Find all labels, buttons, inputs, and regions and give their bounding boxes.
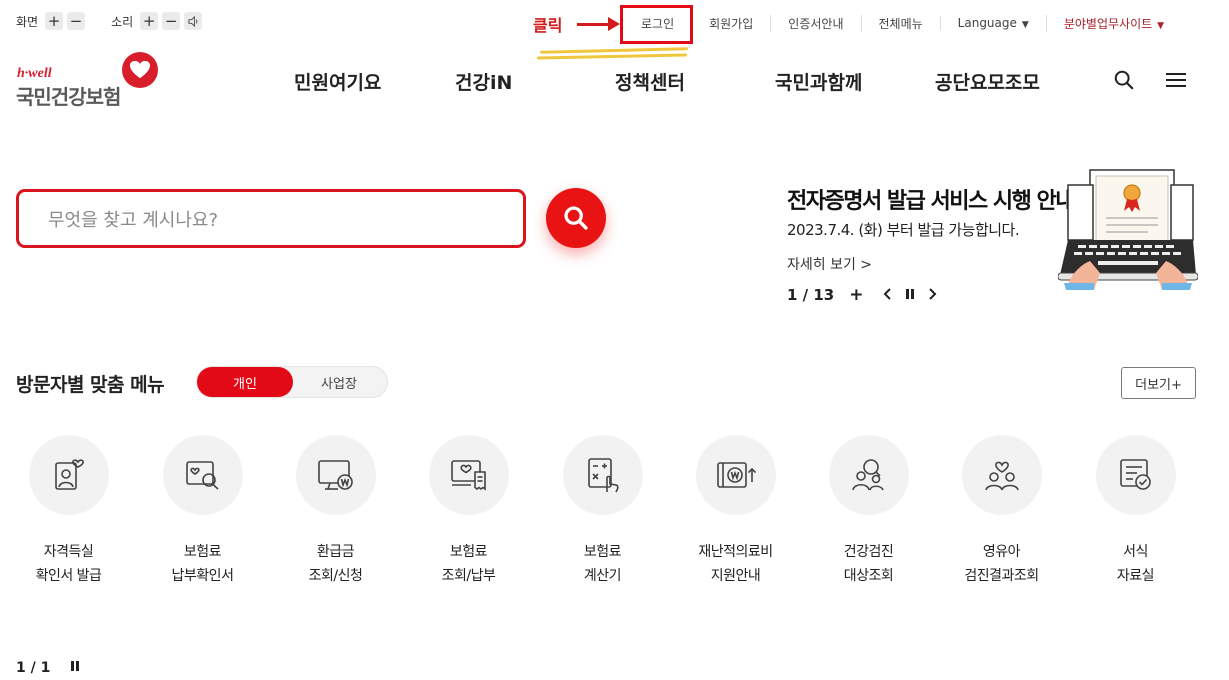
quick-menu-label: 환급금 조회/신청 bbox=[308, 544, 363, 584]
pager-pause-button[interactable] bbox=[70, 660, 80, 676]
utility-nav: 로그인 회원가입 인증서안내 전체메뉴 Language ▼ 분야별업무사이트 ▼ bbox=[620, 14, 1199, 32]
monitor-won-icon bbox=[317, 460, 353, 490]
screen-zoom-in-button[interactable]: + bbox=[45, 12, 64, 30]
calculator-icon bbox=[587, 458, 619, 493]
visitor-type-toggle: 사업장 개인 bbox=[196, 366, 388, 398]
form-check-icon bbox=[1119, 459, 1151, 490]
nav-item-with-people[interactable]: 국민과함께 bbox=[775, 68, 862, 95]
banner-prev-button[interactable] bbox=[883, 285, 893, 305]
quick-menu-icon-circle bbox=[1095, 435, 1176, 515]
quick-menu-icon-circle bbox=[28, 435, 109, 515]
quick-menu-item[interactable]: 건강검진 대상조회 bbox=[802, 435, 935, 588]
quick-menu-label: 보험료 납부확인서 bbox=[171, 544, 234, 584]
document-search-icon bbox=[185, 461, 219, 490]
more-button[interactable]: 더보기+ bbox=[1121, 367, 1196, 399]
banner-detail-link[interactable]: 자세히 보기 > bbox=[787, 254, 872, 274]
quick-menu-label: 영유아 검진결과조회 bbox=[964, 544, 1039, 584]
quick-menu-item[interactable]: 보험료 조회/납부 bbox=[402, 435, 535, 588]
chevron-right-icon bbox=[929, 288, 937, 300]
hamburger-menu-button[interactable] bbox=[1161, 65, 1191, 95]
click-annotation-label: 클릭 bbox=[533, 16, 563, 35]
quick-menu-item[interactable]: 서식 자료실 bbox=[1069, 435, 1202, 588]
login-highlight-box bbox=[620, 5, 693, 44]
people-search-icon bbox=[851, 459, 884, 491]
search-button[interactable] bbox=[546, 188, 606, 248]
banner-counter: 1 / 13 bbox=[787, 286, 835, 304]
field-sites-label: 분야별업무사이트 bbox=[1063, 16, 1153, 31]
quick-menu-item[interactable]: 보험료 납부확인서 bbox=[136, 435, 269, 588]
nav-item-civil[interactable]: 민원여기요 bbox=[294, 68, 381, 95]
hamburger-icon bbox=[1166, 73, 1186, 87]
quick-menu-pager: 1 / 1 bbox=[16, 660, 80, 676]
quick-menu-label: 자격득실 확인서 발급 bbox=[35, 544, 102, 584]
banner-expand-button[interactable]: + bbox=[849, 285, 863, 305]
quick-menu-icon-circle bbox=[162, 435, 243, 515]
toggle-business-tab[interactable]: 사업장 bbox=[291, 367, 387, 397]
screen-label: 화면 bbox=[16, 14, 39, 29]
signup-link[interactable]: 회원가입 bbox=[691, 14, 770, 32]
section-title: 방문자별 맞춤 메뉴 bbox=[16, 374, 165, 396]
id-card-heart-icon bbox=[54, 459, 84, 490]
quick-menu-item[interactable]: 영유아 검진결과조회 bbox=[935, 435, 1068, 588]
field-sites-dropdown[interactable]: 분야별업무사이트 ▼ bbox=[1045, 14, 1181, 32]
banner-controls: 1 / 13 + bbox=[787, 285, 937, 305]
nav-item-about[interactable]: 공단요모조모 bbox=[935, 68, 1040, 95]
volume-down-button[interactable]: − bbox=[162, 12, 181, 30]
search-icon bbox=[1114, 70, 1134, 90]
speaker-icon bbox=[188, 15, 198, 27]
quick-menu-label: 보험료 계산기 bbox=[583, 544, 622, 584]
quick-menu-label: 보험료 조회/납부 bbox=[441, 544, 496, 584]
nav-item-policy[interactable]: 정책센터 bbox=[615, 68, 685, 95]
main-nav: 민원여기요 건강iN 정책센터 국민과함께 공단요모조모 bbox=[0, 68, 1229, 98]
quick-menu-item[interactable]: 환급금 조회/신청 bbox=[269, 435, 402, 588]
pause-icon bbox=[71, 661, 80, 671]
quick-menu-item[interactable]: 재난적의료비 지원안내 bbox=[669, 435, 802, 588]
search-placeholder: 무엇을 찾고 계시나요? bbox=[48, 209, 219, 231]
quick-menu-item[interactable]: 보험료 계산기 bbox=[536, 435, 669, 588]
banner-pause-button[interactable] bbox=[905, 285, 915, 305]
quick-menu-label: 건강검진 대상조회 bbox=[843, 544, 894, 584]
caret-down-icon: ▼ bbox=[1021, 20, 1029, 30]
quick-menu-icon-circle bbox=[828, 435, 909, 515]
quick-menu-label: 서식 자료실 bbox=[1116, 544, 1155, 584]
pause-icon bbox=[906, 289, 915, 299]
won-wallet-icon bbox=[716, 462, 756, 488]
screen-zoom-group: 화면 + − bbox=[16, 12, 89, 30]
banner-subtitle: 2023.7.4. (화) 부터 발급 가능합니다. bbox=[787, 221, 1020, 239]
certificate-guide-link[interactable]: 인증서안내 bbox=[770, 14, 860, 32]
all-menu-link[interactable]: 전체메뉴 bbox=[860, 14, 940, 32]
quick-menu-icon-circle bbox=[695, 435, 776, 515]
volume-up-button[interactable]: + bbox=[140, 12, 159, 30]
speaker-button[interactable] bbox=[184, 12, 203, 30]
chevron-left-icon bbox=[884, 288, 892, 300]
quick-menu-icon-circle bbox=[961, 435, 1042, 515]
annotation-underline bbox=[539, 47, 689, 54]
search-icon bbox=[564, 206, 588, 230]
language-label: Language bbox=[957, 16, 1017, 30]
caret-down-icon: ▼ bbox=[1157, 20, 1165, 31]
search-input[interactable]: 무엇을 찾고 계시나요? bbox=[16, 189, 526, 248]
sound-label: 소리 bbox=[111, 14, 134, 29]
sound-group: 소리 + − bbox=[111, 12, 206, 30]
screen-receipt-icon bbox=[450, 460, 486, 491]
quick-menu-label: 재난적의료비 지원안내 bbox=[698, 544, 773, 584]
quick-menu-icon-circle bbox=[428, 435, 509, 515]
laptop-certificate-illustration bbox=[1058, 169, 1198, 290]
banner-next-button[interactable] bbox=[927, 285, 937, 305]
annotation-arrow-head bbox=[608, 17, 620, 31]
quick-menu-item[interactable]: 자격득실 확인서 발급 bbox=[2, 435, 135, 588]
banner-title: 전자증명서 발급 서비스 시행 안내 bbox=[787, 189, 1076, 214]
quick-menu-icon-circle bbox=[295, 435, 376, 515]
annotation-arrow bbox=[577, 23, 611, 26]
quick-menu-icon-circle bbox=[562, 435, 643, 515]
accessibility-controls: 화면 + − 소리 + − bbox=[16, 12, 228, 30]
family-heart-icon bbox=[984, 461, 1019, 491]
nav-search-button[interactable] bbox=[1109, 65, 1139, 95]
nav-item-health-in[interactable]: 건강iN bbox=[455, 68, 512, 95]
toggle-personal-tab[interactable]: 개인 bbox=[197, 367, 293, 397]
annotation-underline bbox=[536, 53, 688, 60]
language-dropdown[interactable]: Language ▼ bbox=[939, 16, 1046, 30]
pager-counter: 1 / 1 bbox=[16, 660, 51, 676]
screen-zoom-out-button[interactable]: − bbox=[67, 12, 86, 30]
